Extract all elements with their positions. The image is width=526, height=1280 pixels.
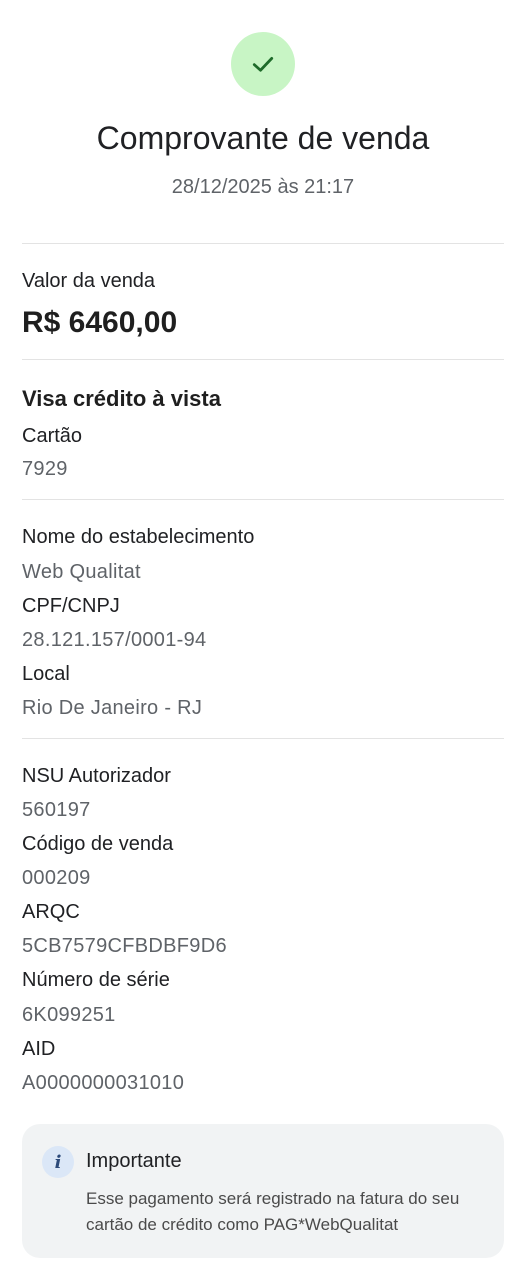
success-check-icon [231,32,295,96]
sale-code-value: 000209 [22,867,91,889]
card-type: Visa crédito à vista [22,386,221,411]
aid-label: AID [22,1038,56,1060]
merchant-location: Rio De Janeiro - RJ [22,697,203,719]
nsu-value: 560197 [22,799,91,821]
merchant-doc: 28.121.157/0001-94 [22,629,207,651]
arqc-value: 5CB7579CFBDBF9D6 [22,935,227,957]
serial-label: Número de série [22,969,170,991]
sale-datetime: 28/12/2025 às 21:17 [171,176,355,198]
page-title: Comprovante de venda [96,120,430,156]
merchant-name: Web Qualitat [22,561,141,583]
info-icon: i [42,1146,74,1178]
receipt-page: Comprovante de venda 28/12/2025 às 21:17… [0,0,526,1280]
notice-text-line: Esse pagamento será registrado na fatura… [86,1189,460,1208]
serial-value: 6K099251 [22,1004,116,1026]
sale-amount: R$ 6460,00 [22,306,178,339]
sale-code-label: Código de venda [22,833,174,855]
divider [22,738,504,739]
sale-amount-label: Valor da venda [22,270,156,292]
notice-text-line: cartão de crédito como PAG*WebQualitat [86,1215,399,1234]
nsu-label: NSU Autorizador [22,765,171,787]
aid-value: A0000000031010 [22,1072,185,1094]
divider [22,499,504,500]
merchant-doc-label: CPF/CNPJ [22,595,120,617]
merchant-location-label: Local [22,663,70,685]
merchant-name-label: Nome do estabelecimento [22,526,255,548]
notice-title: Importante [86,1150,182,1172]
checkmark-icon [252,57,274,72]
card-label: Cartão [22,425,83,447]
divider [22,243,504,244]
important-notice: i Importante Esse pagamento será registr… [22,1124,504,1258]
arqc-label: ARQC [22,901,80,923]
divider [22,359,504,360]
card-number: 7929 [22,458,68,480]
notice-text: Esse pagamento será registrado na fatura… [86,1186,504,1238]
